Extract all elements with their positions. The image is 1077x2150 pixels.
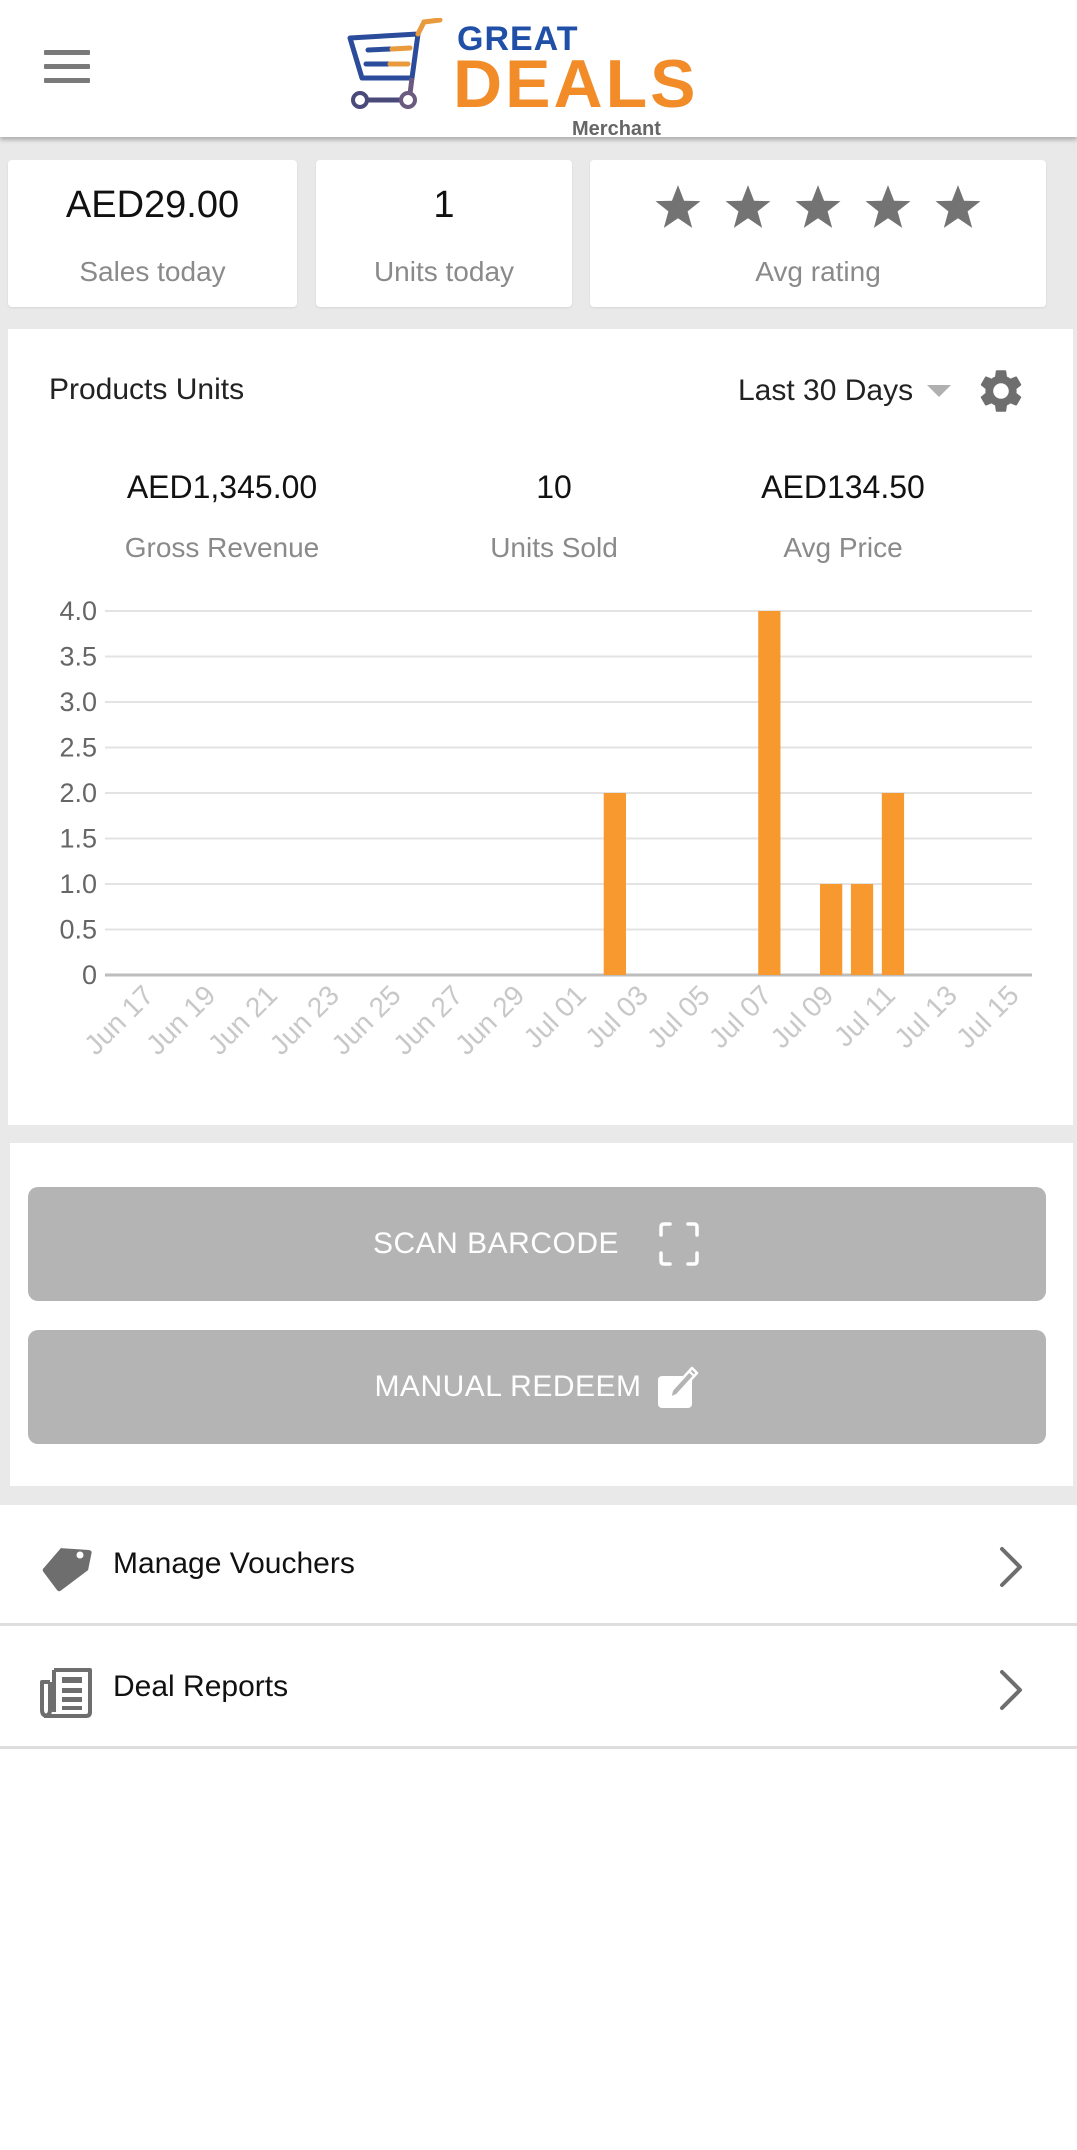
actions-panel: SCAN BARCODE MANUAL REDEEM xyxy=(10,1143,1073,1486)
x-tick-label: Jun 19 xyxy=(140,979,221,1060)
units-today-value: 1 xyxy=(433,184,455,226)
bar-jul-09[interactable] xyxy=(820,884,843,975)
y-tick-label: 2.5 xyxy=(59,733,97,763)
star-icon xyxy=(865,185,911,228)
x-tick-label: Jun 29 xyxy=(449,979,530,1060)
app-header: GREAT DEALS Merchant xyxy=(0,0,1077,140)
y-tick-label: 4.0 xyxy=(59,596,97,626)
x-tick-label: Jul 05 xyxy=(641,979,716,1054)
x-tick-label: Jun 23 xyxy=(264,979,345,1060)
avg-price-label: Avg Price xyxy=(783,532,903,563)
x-tick-label: Jul 01 xyxy=(517,979,592,1054)
gear-icon[interactable] xyxy=(975,365,1027,417)
units-sold-label: Units Sold xyxy=(490,532,618,563)
logo-text-deals: DEALS xyxy=(453,46,699,122)
edit-icon xyxy=(657,1366,698,1408)
tag-icon xyxy=(42,1548,92,1592)
avg-rating-card: Avg rating xyxy=(590,160,1046,307)
gross-revenue-label: Gross Revenue xyxy=(124,532,320,563)
chevron-right-icon xyxy=(1000,1670,1022,1710)
star-icon xyxy=(655,185,701,228)
units-sold-value: 10 xyxy=(536,469,572,505)
bar-jul-02[interactable] xyxy=(603,793,626,975)
x-tick-label: Jul 03 xyxy=(579,979,654,1054)
sales-today-card: AED29.00 Sales today xyxy=(8,160,297,307)
avg-price-summary: AED134.50 Avg Price xyxy=(683,469,1003,564)
sales-today-value: AED29.00 xyxy=(65,184,240,226)
units-sold-summary: 10 Units Sold xyxy=(394,469,714,564)
y-tick-label: 3.0 xyxy=(59,687,97,717)
y-tick-label: 1.0 xyxy=(59,869,97,899)
x-tick-label: Jul 09 xyxy=(765,979,840,1054)
y-tick-label: 3.5 xyxy=(59,642,97,672)
logo: GREAT DEALS Merchant xyxy=(340,14,700,140)
y-tick-label: 0 xyxy=(82,960,97,990)
units-today-label: Units today xyxy=(373,256,515,287)
x-tick-label: Jul 07 xyxy=(703,979,778,1054)
x-tick-label: Jul 13 xyxy=(888,979,963,1054)
star-icon xyxy=(725,185,771,228)
rating-stars xyxy=(590,182,1046,232)
gross-revenue-summary: AED1,345.00 Gross Revenue xyxy=(62,469,382,564)
units-today-card: 1 Units today xyxy=(316,160,572,307)
manage-vouchers-label: Manage Vouchers xyxy=(113,1547,355,1580)
manage-vouchers-item[interactable]: Manage Vouchers xyxy=(0,1505,1077,1626)
products-units-panel: Products Units Last 30 Days AED1,345.00 … xyxy=(8,329,1073,1125)
newspaper-icon xyxy=(40,1668,92,1718)
hamburger-menu-icon[interactable] xyxy=(44,50,96,86)
avg-price-value: AED134.50 xyxy=(761,469,925,505)
avg-rating-label: Avg rating xyxy=(755,256,881,287)
x-tick-label: Jun 25 xyxy=(325,979,406,1060)
logo-subtitle: Merchant xyxy=(572,118,661,140)
x-tick-label: Jun 17 xyxy=(78,979,159,1060)
bar-jul-10[interactable] xyxy=(850,884,874,975)
merchant-dashboard: GREAT DEALS Merchant AED29.00 Sales toda… xyxy=(0,0,1077,2150)
gross-revenue-value: AED1,345.00 xyxy=(126,469,318,505)
scan-barcode-button[interactable]: SCAN BARCODE xyxy=(28,1187,1046,1301)
star-icon xyxy=(935,185,981,228)
bar-jul-11[interactable] xyxy=(881,793,905,975)
shopping-cart-icon xyxy=(347,18,443,109)
deal-reports-item[interactable]: Deal Reports xyxy=(0,1628,1077,1749)
caret-down-icon xyxy=(927,385,952,397)
x-tick-label: Jul 15 xyxy=(950,979,1025,1054)
deal-reports-label: Deal Reports xyxy=(113,1670,289,1703)
x-tick-label: Jun 27 xyxy=(387,979,468,1060)
bar-jul-07[interactable] xyxy=(758,611,781,975)
x-tick-label: Jul 11 xyxy=(828,979,901,1052)
chevron-right-icon xyxy=(1000,1547,1022,1587)
x-tick-label: Jun 21 xyxy=(202,979,283,1060)
manual-redeem-button[interactable]: MANUAL REDEEM xyxy=(28,1330,1046,1444)
date-range-selected: Last 30 Days xyxy=(738,374,914,407)
date-range-dropdown[interactable]: Last 30 Days xyxy=(738,369,952,413)
sales-today-label: Sales today xyxy=(79,256,226,287)
manual-redeem-label: MANUAL REDEEM xyxy=(374,1370,642,1403)
scan-barcode-label: SCAN BARCODE xyxy=(372,1227,620,1260)
scan-frame-icon xyxy=(659,1222,699,1266)
units-bar-chart: 00.51.01.52.02.53.03.54.0Jun 17Jun 19Jun… xyxy=(59,596,1032,1061)
star-icon xyxy=(795,185,841,228)
y-tick-label: 0.5 xyxy=(59,915,97,945)
panel-title: Products Units xyxy=(49,373,245,406)
y-tick-label: 2.0 xyxy=(59,778,97,808)
y-tick-label: 1.5 xyxy=(59,824,97,854)
